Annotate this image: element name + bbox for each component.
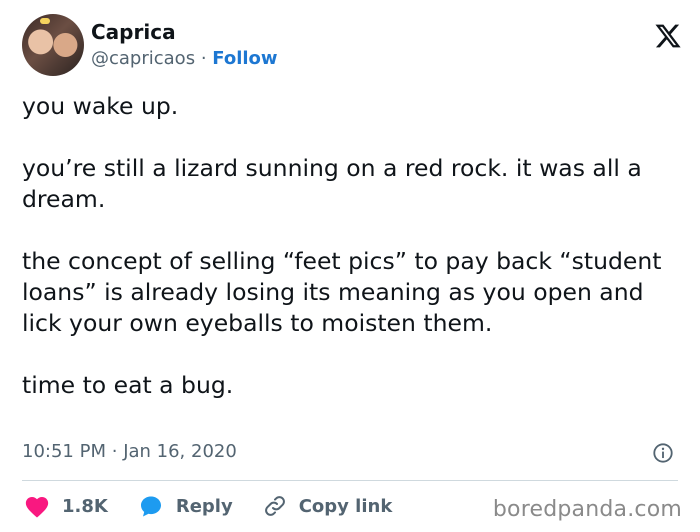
reply-button[interactable]: Reply	[138, 494, 233, 518]
tweet-time: 10:51 PM	[22, 441, 106, 462]
x-logo-icon[interactable]	[654, 22, 682, 50]
copy-link-button[interactable]: Copy link	[263, 494, 393, 518]
handle-row: @capricaos · Follow	[91, 48, 278, 69]
tweet-header: Caprica @capricaos · Follow	[22, 14, 682, 78]
avatar[interactable]	[22, 14, 84, 76]
tweet-date: Jan 16, 2020	[123, 441, 237, 462]
tweet-paragraph: time to eat a bug.	[22, 371, 234, 399]
tweet-timestamp[interactable]: 10:51 PM · Jan 16, 2020	[22, 441, 237, 462]
reply-bubble-icon	[140, 496, 161, 517]
tweet-paragraph: the concept of selling “feet pics” to pa…	[22, 247, 662, 337]
tweet-paragraph: you wake up.	[22, 92, 179, 120]
tweet-text: you wake up. you’re still a lizard sunni…	[22, 91, 682, 401]
watermark: boredpanda.com	[492, 497, 682, 522]
like-button[interactable]: 1.8K	[24, 494, 108, 518]
follow-button[interactable]: Follow	[212, 48, 277, 69]
handle[interactable]: @capricaos	[91, 48, 195, 69]
display-name[interactable]: Caprica	[91, 20, 176, 44]
tweet-paragraph: you’re still a lizard sunning on a red r…	[22, 154, 642, 213]
tweet-actions: 1.8K Reply Copy link	[24, 490, 422, 522]
copy-link-label: Copy link	[298, 495, 393, 517]
meta-separator: ·	[111, 441, 118, 462]
info-icon[interactable]	[652, 442, 674, 464]
handle-separator: ·	[200, 48, 207, 69]
divider	[22, 480, 678, 481]
heart-icon	[25, 497, 49, 518]
reply-label: Reply	[175, 495, 233, 517]
like-count: 1.8K	[62, 495, 108, 517]
link-icon	[264, 496, 285, 516]
